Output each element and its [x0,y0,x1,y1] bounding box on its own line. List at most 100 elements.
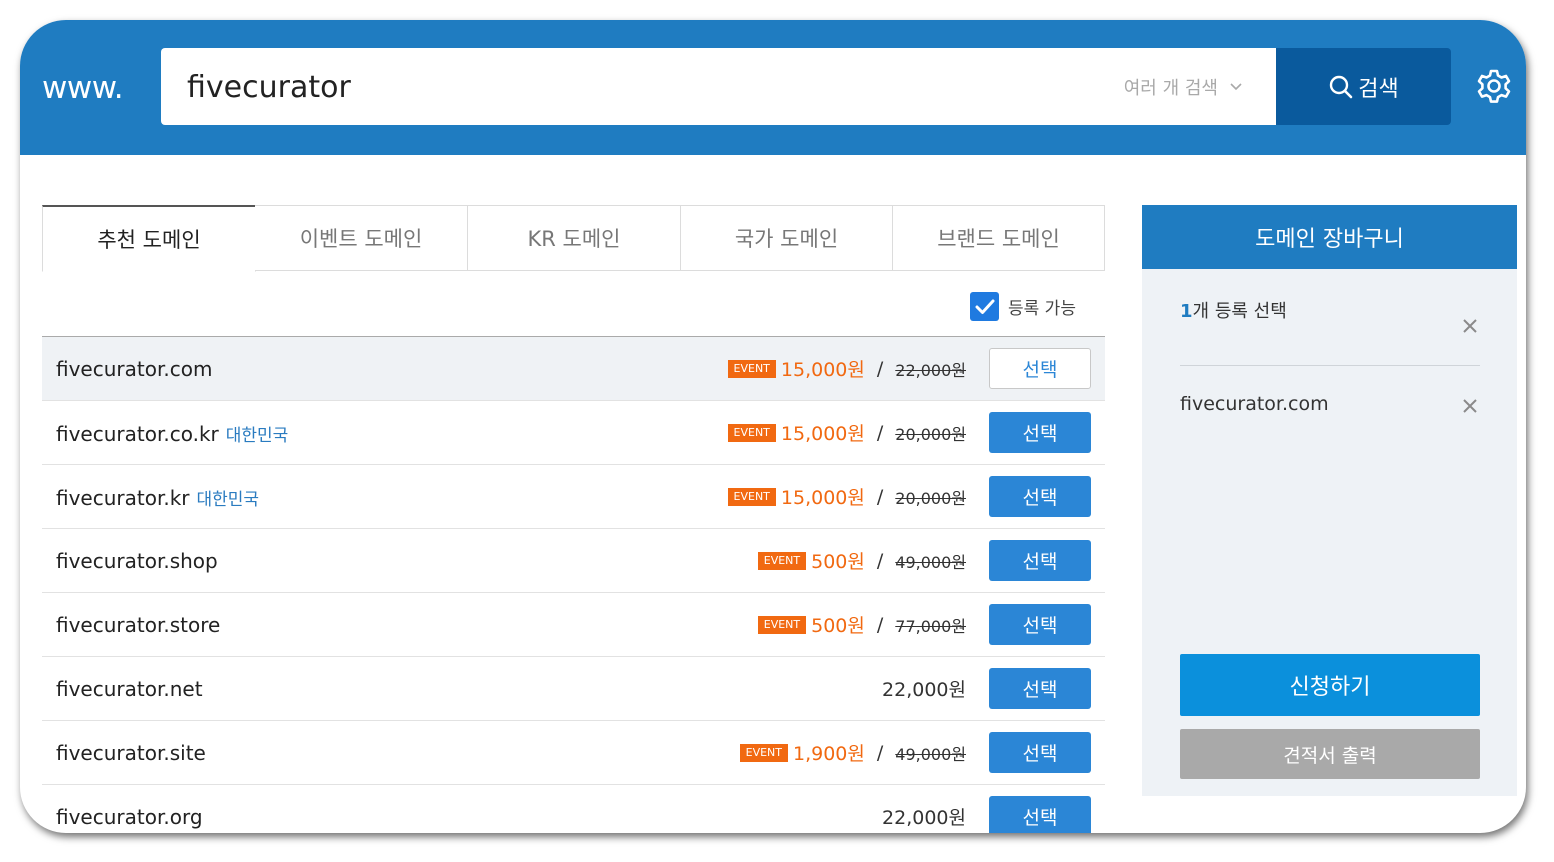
domain-name-text: fivecurator.co.kr [56,422,219,446]
tab-country[interactable]: 국가 도메인 [681,205,893,271]
cart-divider [1180,365,1480,366]
domain-name-text: fivecurator.store [56,613,221,637]
domain-name: fivecurator.net [56,677,203,701]
domain-name-text: fivecurator.com [56,357,213,381]
domain-name: fivecurator.co.kr 대한민국 [56,421,288,446]
gear-icon[interactable] [1476,68,1512,108]
domain-name: fivecurator.store [56,613,220,637]
price-separator: / [876,357,884,380]
search-box: 여러 개 검색 [161,48,1276,127]
domain-cart: 도메인 장바구니 1개 등록 선택 fivecurator.com 신청하기 견… [1142,205,1517,796]
domain-name: fivecurator.org [56,805,203,829]
search-button-label: 검색 [1358,76,1399,102]
domain-tabs: 추천 도메인 이벤트 도메인 KR 도메인 국가 도메인 브랜드 도메인 [42,205,1105,272]
domain-name-text: fivecurator.net [56,677,203,701]
price-separator: / [876,613,884,636]
remove-item-close-icon[interactable] [1462,395,1478,420]
multi-search-dropdown[interactable]: 여러 개 검색 [1124,74,1242,100]
domain-row: fivecurator.shop EVENT 500원 / 49,000원 선택 [42,529,1105,593]
domain-row: fivecurator.store EVENT 500원 / 77,000원 선… [42,593,1105,657]
cart-item: fivecurator.com [1180,393,1329,415]
event-badge: EVENT [727,359,776,378]
select-button[interactable]: 선택 [989,348,1091,389]
select-button[interactable]: 선택 [989,668,1091,709]
price-area: 22,000원 [882,803,966,830]
domain-name-text: fivecurator.shop [56,549,218,573]
original-price: 20,000원 [895,488,966,508]
tab-event[interactable]: 이벤트 도메인 [255,205,468,271]
search-header: www. 여러 개 검색 검색 [20,20,1526,155]
domain-row: fivecurator.kr 대한민국 EVENT 15,000원 / 20,00… [42,465,1105,529]
sale-price: 15,000원 [780,423,865,445]
price-area: EVENT 500원 / 77,000원 [757,611,966,638]
country-label: 대한민국 [225,426,289,446]
search-icon [1330,75,1353,98]
price-separator: / [876,741,884,764]
available-filter[interactable]: 등록 가능 [970,292,1076,321]
domain-name-text: fivecurator.kr [56,486,190,510]
domain-name-text: fivecurator.org [56,805,203,829]
search-button[interactable]: 검색 [1276,48,1451,125]
select-button[interactable]: 선택 [989,796,1091,833]
event-badge: EVENT [727,423,776,442]
tab-kr[interactable]: KR 도메인 [468,205,681,271]
domain-name: fivecurator.shop [56,549,218,573]
domain-name: fivecurator.site [56,741,206,765]
tab-brand[interactable]: 브랜드 도메인 [893,205,1105,271]
price-separator: / [876,485,884,508]
select-button[interactable]: 선택 [989,732,1091,773]
checkmark-icon [975,299,994,314]
sale-price: 1,900원 [793,743,865,765]
event-badge: EVENT [739,743,788,762]
search-input[interactable] [185,48,1069,127]
price-separator: / [876,549,884,572]
apply-button[interactable]: 신청하기 [1180,654,1480,716]
www-prefix: www. [42,70,124,106]
domain-name-text: fivecurator.site [56,741,206,765]
sale-price: 500원 [811,615,865,637]
multi-search-label: 여러 개 검색 [1123,78,1218,99]
domain-name: fivecurator.com [56,357,212,381]
event-badge: EVENT [757,615,807,634]
domain-row: fivecurator.site EVENT 1,900원 / 49,000원 … [42,721,1105,785]
domain-row: fivecurator.net 22,000원 선택 [42,657,1105,721]
price: 22,000원 [882,679,966,701]
clear-cart-close-icon[interactable] [1462,315,1478,340]
cart-count-number: 1 [1180,301,1193,322]
original-price: 77,000원 [895,616,966,636]
cart-count-text: 개 등록 선택 [1192,301,1287,322]
domain-list: fivecurator.com EVENT 15,000원 / 22,000원 … [42,336,1105,833]
select-button[interactable]: 선택 [989,476,1091,517]
price-area: EVENT 500원 / 49,000원 [757,547,966,574]
cart-count: 1개 등록 선택 [1180,297,1287,323]
original-price: 20,000원 [895,424,966,444]
original-price: 49,000원 [895,744,966,764]
select-button[interactable]: 선택 [989,604,1091,645]
event-badge: EVENT [757,551,807,570]
domain-row: fivecurator.co.kr 대한민국 EVENT 15,000원 / 20… [42,401,1105,465]
price-area: 22,000원 [882,675,966,702]
country-label: 대한민국 [196,490,260,510]
original-price: 22,000원 [895,360,966,380]
price: 22,000원 [882,807,966,829]
print-quote-button[interactable]: 견적서 출력 [1180,729,1480,779]
original-price: 49,000원 [895,552,966,572]
price-area: EVENT 15,000원 / 20,000원 [727,483,966,510]
select-button[interactable]: 선택 [989,540,1091,581]
select-button[interactable]: 선택 [989,412,1091,453]
price-area: EVENT 1,900원 / 49,000원 [739,739,966,766]
chevron-down-icon [1230,75,1242,96]
domain-row: fivecurator.com EVENT 15,000원 / 22,000원 … [42,337,1105,401]
app-frame: www. 여러 개 검색 검색 추천 도메인 이벤트 도메인 KR 도메인 국가… [20,20,1526,833]
available-label: 등록 가능 [1008,299,1076,319]
domain-row: fivecurator.org 22,000원 선택 [42,785,1105,833]
available-checkbox[interactable] [970,292,999,321]
domain-name: fivecurator.kr 대한민국 [56,485,259,510]
price-area: EVENT 15,000원 / 22,000원 [727,355,966,382]
tab-recommended[interactable]: 추천 도메인 [42,205,256,272]
event-badge: EVENT [727,487,776,506]
price-separator: / [876,421,884,444]
sale-price: 15,000원 [780,359,865,381]
sale-price: 500원 [811,551,865,573]
price-area: EVENT 15,000원 / 20,000원 [727,419,966,446]
